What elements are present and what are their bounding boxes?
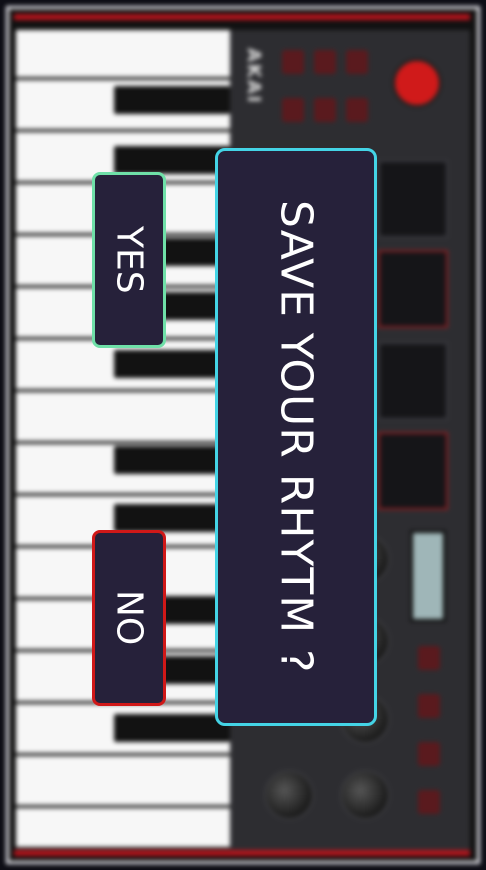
device-display (410, 530, 446, 622)
transport-button (314, 50, 336, 74)
yes-button[interactable]: YES (92, 172, 166, 348)
rotary-knob (264, 770, 314, 820)
transport-button (282, 50, 304, 74)
app-screen: AKAI SAVE YOUR RHYTM ? YES NO (0, 0, 486, 870)
drum-pad (378, 342, 448, 420)
black-key (114, 446, 230, 474)
brand-logo: AKAI (243, 48, 264, 105)
piano-keys (16, 30, 230, 850)
transport-button (314, 98, 336, 122)
transport-button (346, 50, 368, 74)
no-button[interactable]: NO (92, 530, 166, 706)
record-knob (392, 58, 442, 108)
black-key (114, 350, 230, 378)
function-button (418, 694, 440, 718)
function-button (418, 742, 440, 766)
dialog-title: SAVE YOUR RHYTM ? (270, 200, 322, 674)
transport-button (282, 98, 304, 122)
black-key (114, 146, 230, 174)
white-key (16, 810, 230, 850)
black-key (114, 714, 230, 742)
rotary-knob (340, 770, 390, 820)
no-button-label: NO (108, 590, 150, 646)
save-dialog: SAVE YOUR RHYTM ? (215, 148, 377, 726)
drum-pad (378, 160, 448, 238)
function-button (418, 790, 440, 814)
drum-pad (378, 432, 448, 510)
red-trim-bottom (14, 850, 470, 856)
white-key (16, 30, 230, 80)
yes-button-label: YES (108, 226, 150, 294)
white-key (16, 758, 230, 808)
function-button (418, 646, 440, 670)
red-trim-top (14, 14, 470, 20)
black-key (114, 504, 230, 532)
black-key (114, 86, 230, 114)
white-key (16, 394, 230, 444)
transport-button (346, 98, 368, 122)
drum-pad (378, 250, 448, 328)
